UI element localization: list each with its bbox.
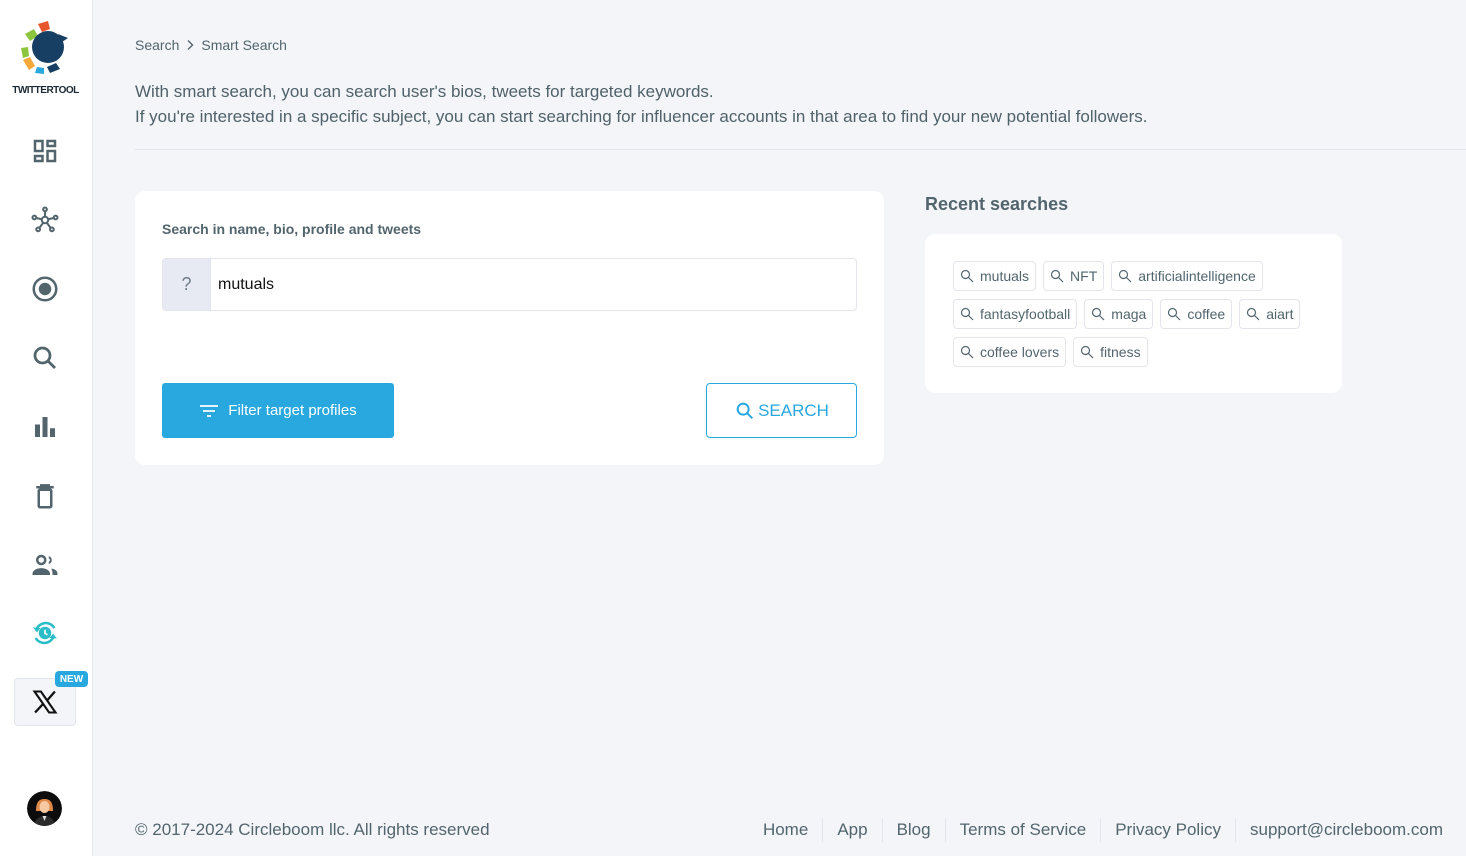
filter-target-profiles-button[interactable]: Filter target profiles <box>162 383 394 438</box>
chip-label: artificialintelligence <box>1138 268 1256 284</box>
recent-search-chip[interactable]: fitness <box>1073 337 1148 367</box>
search-icon <box>1119 269 1132 283</box>
people-icon <box>32 554 58 575</box>
search-icon <box>1050 269 1064 283</box>
recent-search-chip[interactable]: NFT <box>1043 261 1105 291</box>
footer-link-terms[interactable]: Terms of Service <box>946 820 1101 840</box>
search-icon <box>960 307 974 321</box>
recent-search-chip[interactable]: coffee <box>1160 299 1233 329</box>
chevron-right-icon <box>187 40 194 50</box>
chip-label: fitness <box>1100 344 1141 360</box>
filter-button-label: Filter target profiles <box>228 402 357 419</box>
search-icon <box>960 345 974 359</box>
search-icon <box>960 269 974 283</box>
filter-icon <box>200 404 219 417</box>
intro-line-1: With smart search, you can search user's… <box>135 82 714 101</box>
search-input-group: ? <box>162 258 857 311</box>
network-hub-icon <box>31 206 59 233</box>
divider <box>135 149 1466 150</box>
search-label: Search in name, bio, profile and tweets <box>162 221 422 237</box>
sidebar-item-analytics[interactable] <box>22 407 68 447</box>
search-icon <box>1081 345 1094 359</box>
footer-link-app[interactable]: App <box>823 820 881 840</box>
help-icon[interactable]: ? <box>163 259 211 310</box>
recent-search-chip[interactable]: aiart <box>1239 299 1301 329</box>
sidebar: TWITTERTOOL NEW <box>0 0 93 856</box>
recent-search-chip[interactable]: maga <box>1084 299 1154 329</box>
chip-label: fantasyfootball <box>980 306 1071 322</box>
chip-label: NFT <box>1070 268 1098 284</box>
bar-chart-icon <box>35 417 55 437</box>
search-button[interactable]: SEARCH <box>706 383 857 438</box>
x-logo-icon <box>32 690 58 714</box>
search-icon <box>1092 307 1105 321</box>
dashboard-icon <box>33 139 57 163</box>
intro-line-2: If you're interested in a specific subje… <box>135 107 1148 126</box>
footer-link-blog[interactable]: Blog <box>883 820 945 840</box>
sidebar-item-users[interactable] <box>22 545 68 585</box>
sidebar-item-dashboard[interactable] <box>22 131 68 171</box>
search-icon <box>1247 307 1260 321</box>
breadcrumb-parent[interactable]: Search <box>135 37 179 53</box>
search-button-label: SEARCH <box>758 400 829 420</box>
chip-label: aiart <box>1266 306 1294 322</box>
recent-search-chip[interactable]: coffee lovers <box>953 337 1067 367</box>
chip-label: mutuals <box>980 268 1030 284</box>
footer-links: Home App Blog Terms of Service Privacy P… <box>749 817 1443 843</box>
breadcrumb: Search Smart Search <box>135 37 287 53</box>
recent-search-chip[interactable]: fantasyfootball <box>953 299 1078 329</box>
trash-icon <box>36 484 54 509</box>
copyright: © 2017-2024 Circleboom llc. All rights r… <box>135 820 490 839</box>
sidebar-item-delete[interactable] <box>22 476 68 516</box>
search-icon <box>736 402 754 419</box>
footer-link-privacy[interactable]: Privacy Policy <box>1101 820 1235 840</box>
chip-label: coffee lovers <box>980 344 1060 360</box>
sidebar-item-network[interactable] <box>22 200 68 240</box>
sidebar-item-search[interactable] <box>22 338 68 378</box>
footer-link-home[interactable]: Home <box>749 820 822 840</box>
chip-label: maga <box>1111 306 1147 322</box>
circleboom-logo-icon[interactable] <box>18 20 70 74</box>
search-icon <box>1168 307 1181 321</box>
search-card: Search in name, bio, profile and tweets … <box>135 191 884 465</box>
breadcrumb-current: Smart Search <box>201 37 287 53</box>
brand-name: TWITTERTOOL <box>12 85 79 96</box>
recent-searches-card: mutuals NFT artificialintelligence fanta… <box>925 234 1342 393</box>
search-input[interactable] <box>211 259 856 310</box>
radio-target-icon <box>32 276 58 302</box>
search-icon <box>33 346 56 369</box>
recent-search-chip[interactable]: mutuals <box>953 261 1037 291</box>
chip-label: coffee <box>1187 306 1226 322</box>
recent-searches-title: Recent searches <box>925 194 1069 214</box>
recent-search-chip[interactable]: artificialintelligence <box>1111 261 1263 291</box>
sidebar-item-scheduler[interactable] <box>22 613 68 653</box>
new-badge: NEW <box>55 671 88 687</box>
recent-searches-list: mutuals NFT artificialintelligence fanta… <box>953 261 1323 367</box>
clock-sync-icon <box>33 621 57 645</box>
footer-link-support-email[interactable]: support@circleboom.com <box>1236 820 1443 840</box>
avatar[interactable] <box>27 791 62 826</box>
sidebar-item-target[interactable] <box>22 269 68 309</box>
intro-text: With smart search, you can search user's… <box>135 79 1147 129</box>
